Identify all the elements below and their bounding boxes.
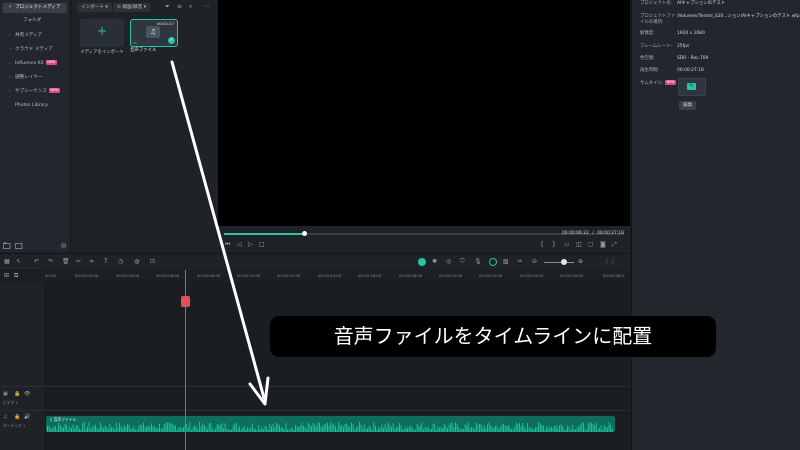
tutorial-arrow — [170, 60, 270, 406]
tutorial-caption: 音声ファイルをタイムラインに配置 — [270, 316, 716, 357]
